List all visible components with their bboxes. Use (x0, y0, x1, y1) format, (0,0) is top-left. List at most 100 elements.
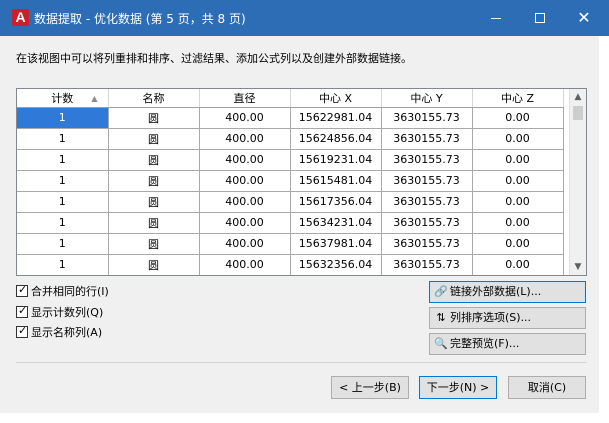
center-x-cell[interactable]: 15632356.04 (290, 254, 382, 275)
table-row[interactable]: 1 圆 400.00 15624856.04 3630155.73 0.00 (17, 128, 564, 150)
center-z-cell[interactable]: 0.00 (472, 128, 564, 150)
maximize-icon (535, 13, 545, 23)
combine-identical-rows-checkbox[interactable]: 合并相同的行(I) (16, 283, 109, 299)
count-cell[interactable]: 1 (17, 170, 109, 192)
window-title: 数据提取 - 优化数据 (第 5 页，共 8 页) (34, 12, 246, 26)
column-header-center-x[interactable]: 中心 X (290, 89, 382, 108)
minimize-icon (491, 18, 501, 19)
center-x-cell[interactable]: 15619231.04 (290, 149, 382, 171)
name-cell[interactable]: 圆 (108, 212, 200, 234)
count-cell[interactable]: 1 (17, 212, 109, 234)
center-z-cell[interactable]: 0.00 (472, 170, 564, 192)
center-x-cell[interactable]: 15624856.04 (290, 128, 382, 150)
minimize-button[interactable] (474, 0, 518, 36)
maximize-button[interactable] (518, 0, 562, 36)
next-button[interactable]: 下一步(N) > (419, 376, 497, 399)
diameter-cell[interactable]: 400.00 (199, 128, 291, 150)
center-z-cell[interactable]: 0.00 (472, 149, 564, 171)
checkbox-label: 合并相同的行(I) (31, 285, 109, 298)
center-y-cell[interactable]: 3630155.73 (381, 170, 473, 192)
cancel-button[interactable]: 取消(C) (508, 376, 586, 399)
column-header-diameter[interactable]: 直径 (199, 89, 291, 108)
column-sort-options-button[interactable]: ⇅ 列排序选项(S)... (429, 307, 586, 329)
sort-icon: ⇅ (436, 311, 446, 324)
name-cell[interactable]: 圆 (108, 191, 200, 213)
count-cell[interactable]: 1 (17, 191, 109, 213)
link-external-data-button[interactable]: 🔗 链接外部数据(L)... (429, 281, 586, 303)
checkbox-label: 显示计数列(Q) (31, 306, 104, 319)
preview-icon: 🔍 (434, 337, 448, 350)
close-icon: ✕ (577, 8, 591, 27)
center-z-cell[interactable]: 0.00 (472, 254, 564, 275)
center-x-cell[interactable]: 15615481.04 (290, 170, 382, 192)
center-y-cell[interactable]: 3630155.73 (381, 128, 473, 150)
center-x-cell[interactable]: 15622981.04 (290, 107, 382, 129)
checkbox-label: 显示名称列(A) (31, 326, 103, 339)
center-y-cell[interactable]: 3630155.73 (381, 191, 473, 213)
autocad-app-icon: A (12, 9, 29, 26)
button-label: 链接外部数据(L)... (450, 285, 542, 298)
table-row[interactable]: 1 圆 400.00 15619231.04 3630155.73 0.00 (17, 149, 564, 171)
close-button[interactable]: ✕ (562, 0, 606, 36)
header-row: 计数 ▲ 名称 直径 中心 X 中心 Y 中心 Z (17, 89, 564, 108)
column-header-count[interactable]: 计数 ▲ (17, 89, 109, 108)
count-cell[interactable]: 1 (17, 233, 109, 255)
instruction-text: 在该视图中可以将列重排和排序、过滤结果、添加公式列以及创建外部数据链接。 (16, 52, 412, 65)
back-button[interactable]: < 上一步(B) (331, 376, 409, 399)
name-cell[interactable]: 圆 (108, 233, 200, 255)
show-count-column-checkbox[interactable]: 显示计数列(Q) (16, 304, 103, 320)
center-z-cell[interactable]: 0.00 (472, 233, 564, 255)
data-table: 计数 ▲ 名称 直径 中心 X 中心 Y 中心 Z 1 圆 400.00 1562298… (17, 89, 564, 275)
count-cell[interactable]: 1 (17, 149, 109, 171)
show-name-column-checkbox[interactable]: 显示名称列(A) (16, 324, 102, 340)
checkbox-checked-icon (16, 324, 28, 338)
diameter-cell[interactable]: 400.00 (199, 191, 291, 213)
center-z-cell[interactable]: 0.00 (472, 212, 564, 234)
diameter-cell[interactable]: 400.00 (199, 149, 291, 171)
center-x-cell[interactable]: 15617356.04 (290, 191, 382, 213)
diameter-cell[interactable]: 400.00 (199, 107, 291, 129)
name-cell[interactable]: 圆 (108, 170, 200, 192)
center-x-cell[interactable]: 15634231.04 (290, 212, 382, 234)
scroll-up-icon[interactable]: ▲ (570, 89, 586, 105)
diameter-cell[interactable]: 400.00 (199, 212, 291, 234)
name-cell[interactable]: 圆 (108, 128, 200, 150)
table-row[interactable]: 1 圆 400.00 15615481.04 3630155.73 0.00 (17, 170, 564, 192)
button-label: 列排序选项(S)... (450, 311, 532, 324)
name-cell[interactable]: 圆 (108, 149, 200, 171)
full-preview-button[interactable]: 🔍 完整预览(F)... (429, 333, 586, 355)
count-cell[interactable]: 1 (17, 107, 109, 129)
diameter-cell[interactable]: 400.00 (199, 170, 291, 192)
column-header-center-z[interactable]: 中心 Z (472, 89, 564, 108)
center-y-cell[interactable]: 3630155.73 (381, 254, 473, 275)
table-row[interactable]: 1 圆 400.00 15637981.04 3630155.73 0.00 (17, 233, 564, 255)
title-bar: A 数据提取 - 优化数据 (第 5 页，共 8 页) ✕ (0, 0, 609, 36)
center-z-cell[interactable]: 0.00 (472, 191, 564, 213)
scroll-down-icon[interactable]: ▼ (570, 259, 586, 275)
table-row[interactable]: 1 圆 400.00 15634231.04 3630155.73 0.00 (17, 212, 564, 234)
link-icon: 🔗 (434, 285, 448, 298)
center-x-cell[interactable]: 15637981.04 (290, 233, 382, 255)
scroll-thumb[interactable] (573, 106, 583, 120)
diameter-cell[interactable]: 400.00 (199, 254, 291, 275)
center-y-cell[interactable]: 3630155.73 (381, 233, 473, 255)
table-body: 1 圆 400.00 15622981.04 3630155.73 0.00 1 圆 400.0… (17, 107, 564, 275)
diameter-cell[interactable]: 400.00 (199, 233, 291, 255)
column-header-name[interactable]: 名称 (108, 89, 200, 108)
count-cell[interactable]: 1 (17, 128, 109, 150)
center-y-cell[interactable]: 3630155.73 (381, 212, 473, 234)
center-z-cell[interactable]: 0.00 (472, 107, 564, 129)
data-grid[interactable]: 计数 ▲ 名称 直径 中心 X 中心 Y 中心 Z 1 圆 400.00 1562298… (16, 88, 587, 276)
column-header-center-y[interactable]: 中心 Y (381, 89, 473, 108)
table-row[interactable]: 1 圆 400.00 15617356.04 3630155.73 0.00 (17, 191, 564, 213)
name-cell[interactable]: 圆 (108, 107, 200, 129)
name-cell[interactable]: 圆 (108, 254, 200, 275)
center-y-cell[interactable]: 3630155.73 (381, 149, 473, 171)
checkbox-checked-icon (16, 283, 28, 297)
center-y-cell[interactable]: 3630155.73 (381, 107, 473, 129)
count-cell[interactable]: 1 (17, 254, 109, 275)
table-row[interactable]: 1 圆 400.00 15632356.04 3630155.73 0.00 (17, 254, 564, 275)
vertical-scrollbar[interactable]: ▲ ▼ (569, 89, 586, 275)
table-row[interactable]: 1 圆 400.00 15622981.04 3630155.73 0.00 (17, 107, 564, 129)
footer-separator (16, 362, 587, 363)
